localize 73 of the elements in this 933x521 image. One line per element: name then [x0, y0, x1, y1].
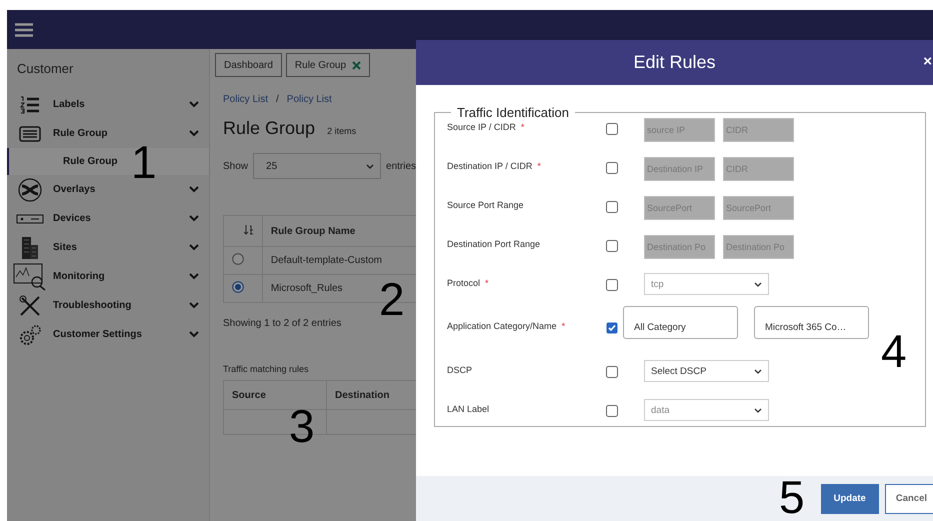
column-header: Source — [224, 380, 326, 410]
checkbox[interactable] — [606, 322, 618, 334]
sidebar-item[interactable]: Overlays — [53, 184, 96, 195]
gears-icon — [18, 324, 42, 346]
fieldset-legend: Traffic Identification — [451, 105, 575, 120]
show-label: Show — [223, 160, 248, 172]
callout-number: 2 — [379, 276, 405, 322]
sort-icon[interactable] — [244, 224, 254, 234]
sidebar-title: Customer — [16, 61, 74, 76]
field-label: Destination IP / CIDR * — [447, 160, 541, 171]
entries-label: entries — [386, 160, 416, 172]
chevron-down-icon[interactable] — [189, 273, 199, 280]
monitor-magnifier-icon — [13, 262, 47, 290]
chevron-down-icon[interactable] — [189, 331, 199, 338]
sidebar-item[interactable]: Sites — [53, 242, 77, 253]
item-count: 2 items — [327, 126, 356, 136]
input-field[interactable]: All Category — [623, 306, 738, 339]
field-label: Destination Port Range — [447, 238, 540, 249]
sidebar-item[interactable]: Troubleshooting — [53, 300, 132, 311]
table-info: Showing 1 to 2 of 2 entries — [223, 318, 342, 329]
chevron-down-icon[interactable] — [189, 215, 199, 222]
field-label: Source IP / CIDR * — [447, 121, 524, 132]
close-button[interactable]: × — [922, 54, 933, 69]
page-size-select[interactable]: 25 — [253, 153, 382, 179]
modal-title: Edit Rules — [633, 52, 716, 73]
callout-number: 5 — [779, 474, 805, 520]
field-label: Source Port Range — [447, 199, 524, 210]
input-field[interactable]: Microsoft 365 Co… — [754, 306, 869, 339]
tab[interactable]: Dashboard — [215, 53, 282, 77]
field-label: Protocol * — [447, 277, 489, 288]
radio-button[interactable] — [232, 281, 244, 293]
select-field[interactable]: Select DSCP — [644, 360, 769, 382]
page-title: Rule Group — [223, 118, 316, 139]
cancel-button[interactable]: Cancel — [884, 484, 933, 514]
section-title: Traffic matching rules — [223, 364, 309, 374]
tab[interactable]: Rule Group — [286, 53, 370, 77]
device-box-icon — [16, 214, 44, 224]
checkbox[interactable] — [606, 123, 618, 135]
chevron-down-icon[interactable] — [189, 302, 199, 309]
menu-icon[interactable] — [15, 22, 33, 36]
radio-button[interactable] — [232, 253, 244, 265]
building-icon — [20, 236, 40, 260]
sidebar-item[interactable]: Devices — [53, 213, 91, 224]
sidebar-item[interactable]: Rule Group — [53, 128, 108, 139]
breadcrumb-separator: / — [276, 94, 279, 105]
caret-icon — [754, 408, 762, 412]
caret-icon — [366, 164, 374, 168]
chevron-down-icon[interactable] — [189, 101, 199, 108]
sidebar-item[interactable]: Monitoring — [53, 271, 105, 282]
breadcrumb-link[interactable]: Policy List — [223, 94, 268, 105]
checkbox[interactable] — [606, 162, 618, 174]
field-label: LAN Label — [447, 403, 490, 414]
field-label: Application Category/Name * — [447, 320, 566, 331]
shuffle-circle-icon — [18, 178, 42, 202]
numbered-list-icon — [20, 96, 40, 114]
checkbox[interactable] — [606, 366, 618, 378]
update-button[interactable]: Update — [820, 484, 879, 514]
sidebar-item[interactable]: Customer Settings — [53, 329, 142, 340]
chevron-down-icon[interactable] — [189, 186, 199, 193]
sidebar-item[interactable]: Labels — [53, 99, 85, 110]
field-label: DSCP — [447, 364, 472, 375]
card-list-icon — [19, 126, 41, 142]
chevron-down-icon[interactable] — [189, 130, 199, 137]
chevron-down-icon[interactable] — [189, 244, 199, 251]
checkbox[interactable] — [606, 201, 618, 213]
tools-icon — [19, 294, 41, 316]
caret-icon — [754, 282, 762, 286]
breadcrumb-link[interactable]: Policy List — [286, 94, 332, 105]
caret-icon — [754, 368, 762, 374]
sidebar-subitem-label[interactable]: Rule Group — [63, 156, 118, 167]
callout-number: 4 — [881, 328, 907, 374]
close-icon[interactable] — [352, 60, 362, 70]
checkbox[interactable] — [606, 240, 618, 252]
